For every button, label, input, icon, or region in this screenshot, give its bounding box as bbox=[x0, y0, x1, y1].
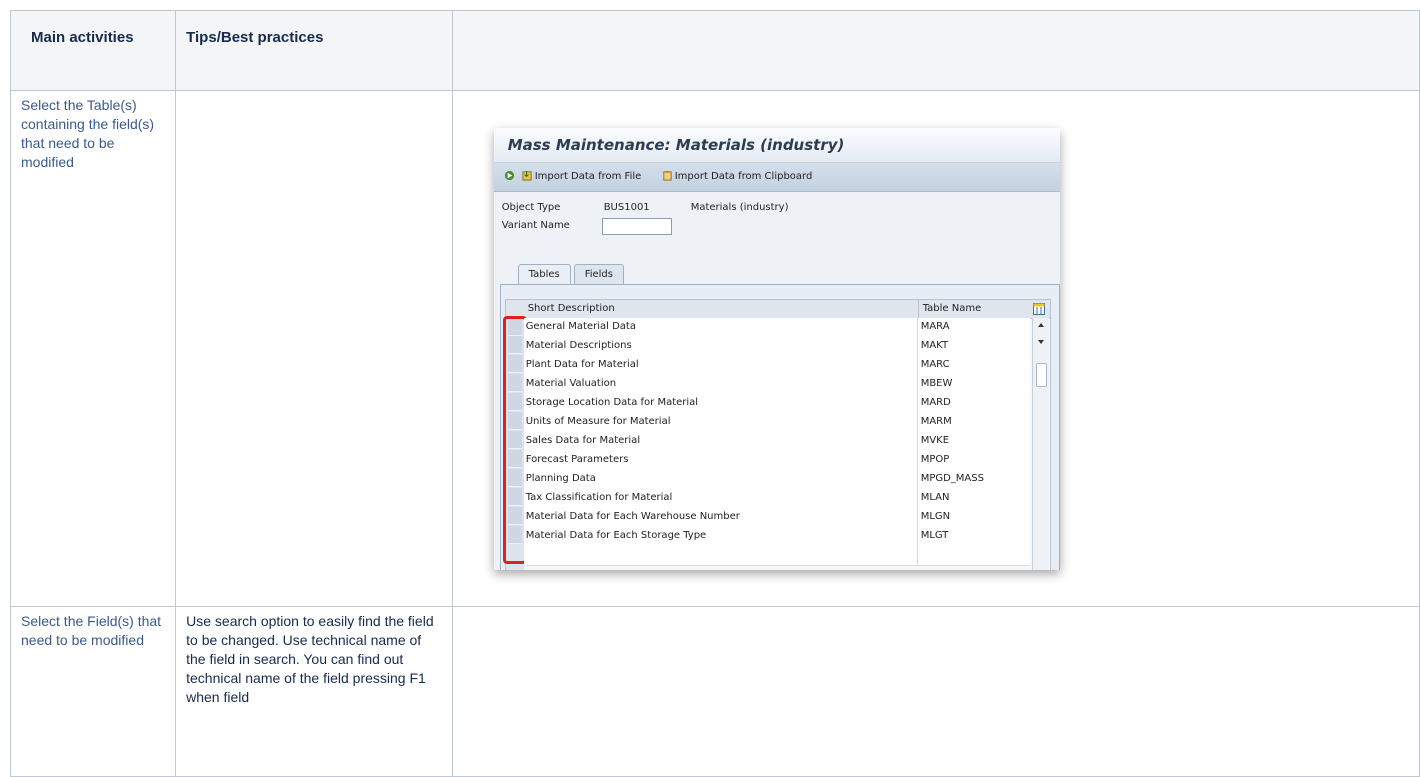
row-description: Material Data for Each Storage Type bbox=[525, 530, 707, 541]
row-table-name: MARM bbox=[920, 416, 952, 427]
row-table-name: MBEW bbox=[920, 378, 953, 389]
object-type-value: BUS1001 bbox=[603, 202, 650, 213]
row-description: Material Valuation bbox=[525, 378, 617, 389]
row-table-name: MAKT bbox=[920, 340, 949, 351]
table-row[interactable]: Material Valuation MBEW bbox=[523, 375, 1030, 395]
row-description: Material Descriptions bbox=[525, 340, 632, 351]
row-table-name: MPOP bbox=[920, 454, 950, 465]
table-row[interactable]: Sales Data for Material MVKE bbox=[523, 432, 1030, 452]
activity-cell: Select the Field(s) that need to be modi… bbox=[9, 606, 177, 777]
scroll-thumb[interactable] bbox=[1035, 363, 1047, 387]
variant-name-label: Variant Name bbox=[501, 220, 570, 231]
import-file-label: Import Data from File bbox=[534, 171, 642, 182]
column-header-table-name[interactable]: Table Name bbox=[917, 300, 1035, 319]
row-description: Plant Data for Material bbox=[525, 359, 639, 370]
row-table-name: MLGN bbox=[920, 511, 951, 522]
table-row[interactable]: Material Descriptions MAKT bbox=[523, 337, 1030, 357]
tab-tables[interactable]: Tables bbox=[517, 264, 571, 284]
row-description: Sales Data for Material bbox=[525, 435, 641, 446]
row-table-name: MVKE bbox=[920, 435, 950, 446]
object-type-desc: Materials (industry) bbox=[690, 202, 789, 213]
table-row: Select the Table(s) containing the field… bbox=[9, 90, 1420, 607]
row-table-name: MPGD_MASS bbox=[920, 473, 984, 484]
tables-grid: Short Description Table Name General Mat… bbox=[502, 299, 1051, 570]
table-row: Select the Field(s) that need to be modi… bbox=[9, 606, 1420, 777]
row-description: Forecast Parameters bbox=[525, 454, 629, 465]
header-empty bbox=[451, 10, 1420, 91]
tables-panel: Short Description Table Name General Mat… bbox=[499, 284, 1060, 570]
row-table-name: MLAN bbox=[920, 492, 950, 503]
activities-table: Main activities Tips/Best practices Sele… bbox=[9, 10, 1420, 777]
scroll-arrows-icon bbox=[1037, 323, 1044, 344]
header-main-activities: Main activities bbox=[9, 10, 177, 91]
row-description: Units of Measure for Material bbox=[525, 416, 671, 427]
table-row[interactable]: Storage Location Data for Material MARD bbox=[523, 394, 1030, 414]
tips-cell: Use search option to easily find the fie… bbox=[175, 606, 453, 777]
sap-screenshot: Mass Maintenance: Materials (industry) I… bbox=[493, 128, 1060, 570]
import-file-button[interactable]: Import Data from File bbox=[522, 170, 642, 182]
activity-cell: Select the Table(s) containing the field… bbox=[9, 90, 177, 607]
table-row[interactable]: Tax Classification for Material MLAN bbox=[523, 489, 1030, 509]
import-clipboard-button[interactable]: Import Data from Clipboard bbox=[662, 170, 813, 182]
sap-title: Mass Maintenance: Materials (industry) bbox=[507, 136, 845, 154]
screenshot-cell: Mass Maintenance: Materials (industry) I… bbox=[451, 90, 1420, 607]
table-row[interactable]: Planning Data MPGD_MASS bbox=[523, 470, 1030, 490]
row-table-name: MARD bbox=[920, 397, 951, 408]
import-clipboard-label: Import Data from Clipboard bbox=[674, 171, 813, 182]
column-header-short-description[interactable]: Short Description bbox=[525, 300, 922, 319]
tips-cell bbox=[175, 90, 453, 607]
sap-form: Object Type BUS1001 Materials (industry)… bbox=[493, 192, 1060, 570]
sap-title-bar: Mass Maintenance: Materials (industry) bbox=[493, 128, 1060, 163]
row-description: Storage Location Data for Material bbox=[525, 397, 699, 408]
table-row[interactable]: General Material Data MARA bbox=[523, 318, 1030, 338]
table-header-row: Main activities Tips/Best practices bbox=[9, 10, 1420, 91]
import-file-icon bbox=[522, 170, 532, 181]
row-description: Tax Classification for Material bbox=[525, 492, 673, 503]
execute-icon[interactable] bbox=[504, 170, 517, 182]
clipboard-icon bbox=[663, 170, 672, 181]
tab-fields[interactable]: Fields bbox=[573, 264, 624, 284]
table-row[interactable]: Units of Measure for Material MARM bbox=[523, 413, 1030, 433]
row-description: Material Data for Each Warehouse Number bbox=[525, 511, 740, 522]
row-description: General Material Data bbox=[525, 321, 636, 332]
table-row-empty bbox=[523, 546, 1030, 566]
object-type-label: Object Type bbox=[501, 202, 561, 213]
header-tips: Tips/Best practices bbox=[175, 10, 453, 91]
row-table-name: MARC bbox=[920, 359, 950, 370]
empty-cell bbox=[451, 606, 1420, 777]
table-row[interactable]: Material Data for Each Warehouse Number M… bbox=[523, 508, 1030, 528]
table-row[interactable]: Plant Data for Material MARC bbox=[523, 356, 1030, 376]
table-row[interactable]: Material Data for Each Storage Type MLGT bbox=[523, 527, 1030, 547]
row-table-name: MARA bbox=[920, 321, 950, 332]
table-row[interactable]: Forecast Parameters MPOP bbox=[523, 451, 1030, 471]
row-description: Planning Data bbox=[525, 473, 596, 484]
row-table-name: MLGT bbox=[920, 530, 949, 541]
layout-settings-icon[interactable] bbox=[1029, 300, 1050, 319]
sap-toolbar: Import Data from File Import Data from C… bbox=[493, 163, 1060, 192]
grid-vertical-scrollbar[interactable] bbox=[1031, 318, 1049, 570]
variant-name-input[interactable] bbox=[601, 218, 672, 235]
row-selector-column bbox=[502, 316, 527, 570]
